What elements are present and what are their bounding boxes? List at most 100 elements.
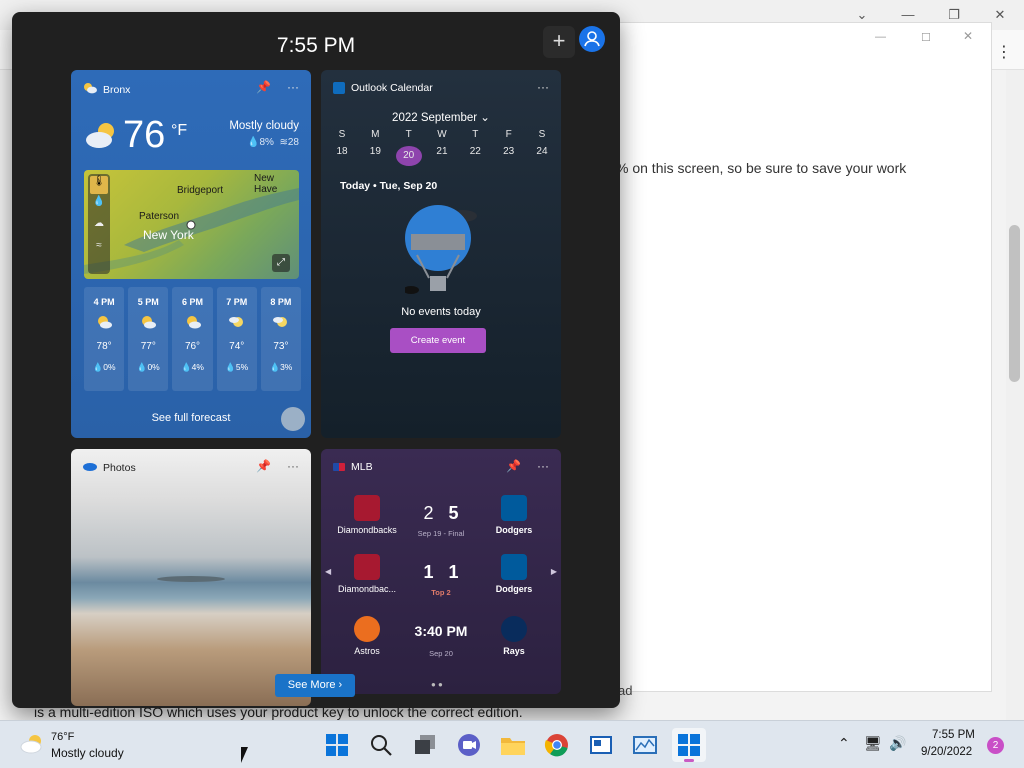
chevron-up-icon[interactable]: ⌃ — [838, 735, 850, 752]
game-status: Top 2 — [431, 588, 451, 597]
monitor-app-button[interactable] — [628, 728, 662, 762]
search-button[interactable] — [364, 728, 398, 762]
beach-photo — [157, 576, 225, 582]
calendar-header: Outlook Calendar — [333, 82, 433, 94]
hour-temp: 77° — [140, 341, 156, 352]
dialog-maximize-icon[interactable]: ☐ — [921, 31, 931, 44]
game-score: 1 1 — [411, 562, 471, 583]
date-cell[interactable]: 24 — [529, 146, 555, 166]
scrollbar-thumb[interactable] — [1009, 225, 1020, 382]
game-status: Sep 20 — [429, 649, 453, 658]
date-cell[interactable]: 18 — [329, 146, 355, 166]
create-event-button[interactable]: Create event — [390, 328, 486, 353]
taskbar-clock-time[interactable]: 7:55 PM — [932, 729, 975, 741]
previous-arrow-icon[interactable]: ◀ — [325, 567, 331, 576]
see-full-forecast-link[interactable]: See full forecast — [71, 412, 311, 424]
photos-widget[interactable]: Photos 📌 ··· — [71, 449, 311, 706]
more-options-icon[interactable]: ⋮ — [996, 42, 1012, 62]
cloud-icon[interactable]: ☁ — [88, 218, 110, 240]
hour-temp: 73° — [273, 341, 289, 352]
team-name: Astros — [354, 646, 380, 656]
start-button[interactable] — [320, 728, 354, 762]
more-icon[interactable]: ··· — [537, 80, 549, 94]
calendar-month-selector[interactable]: 2022 September ⌄ — [321, 110, 561, 124]
account-avatar-button[interactable] — [579, 26, 605, 52]
task-view-button[interactable] — [408, 728, 442, 762]
chrome-button[interactable] — [540, 728, 574, 762]
away-team: Astros — [331, 616, 403, 656]
map-label: Paterson — [139, 211, 180, 222]
hour-precip-value: 0% — [103, 362, 116, 372]
weather-map[interactable]: 🌡 💧 ☁ ≈ Bridgeport New Have Paterson New… — [84, 170, 299, 279]
pin-icon[interactable]: 📌 — [256, 80, 271, 94]
thermometer-icon[interactable]: 🌡 — [90, 176, 108, 194]
chrome-icon — [544, 734, 568, 757]
widgets-board: 7:55 PM + Bronx 📌 ··· 76 °F Mostly cloud… — [12, 12, 620, 708]
volume-icon[interactable]: 🔊 — [889, 735, 906, 752]
date-cell-selected[interactable]: 20 — [395, 146, 422, 166]
network-icon[interactable]: 🖥 — [864, 735, 882, 752]
rays-logo-icon — [501, 616, 527, 642]
away-team: Diamondbacks — [331, 495, 403, 535]
taskbar-clock-date[interactable]: 9/20/2022 — [921, 746, 972, 758]
file-explorer-button[interactable] — [496, 728, 530, 762]
board-time: 7:55 PM — [276, 34, 356, 57]
away-score: 1 — [423, 562, 434, 582]
today-label: Today • Tue, Sep 20 — [340, 180, 438, 192]
partly-cloudy-night-icon — [261, 315, 301, 333]
weather-details: 💧8% ≋28 — [247, 137, 299, 148]
weekday-label: T — [472, 129, 479, 140]
game-row[interactable]: Astros 3:40 PM Sep 20 Rays — [321, 616, 561, 670]
pin-icon[interactable]: 📌 — [506, 459, 521, 473]
date-cell[interactable]: 22 — [462, 146, 488, 166]
chevron-down-icon: ⌄ — [480, 112, 490, 124]
calendar-title: Outlook Calendar — [351, 82, 433, 94]
taskbar-weather-temp[interactable]: 76°F — [51, 731, 74, 743]
page-dots: ● ● — [431, 680, 443, 689]
date-cell[interactable]: 21 — [429, 146, 455, 166]
wind-icon[interactable]: ≈ — [88, 240, 110, 262]
taskbar-weather-condition[interactable]: Mostly cloudy — [51, 746, 124, 760]
hour-item: 6 PM 76° 💧4% — [172, 287, 213, 391]
date-cell[interactable]: 23 — [496, 146, 522, 166]
date-cell[interactable]: 19 — [362, 146, 388, 166]
expand-icon[interactable]: ⤢ — [272, 254, 290, 272]
hour-time: 8 PM — [270, 297, 292, 307]
hour-precip-value: 0% — [147, 362, 160, 372]
active-indicator — [684, 759, 694, 762]
precipitation-icon[interactable]: 💧 — [88, 196, 110, 218]
weekday-label: M — [371, 129, 380, 140]
humidity-value: 28 — [287, 137, 299, 148]
weather-widget[interactable]: Bronx 📌 ··· 76 °F Mostly cloudy 💧8% ≋28 … — [71, 70, 311, 438]
weather-small-icon — [83, 82, 97, 97]
hour-temp: 76° — [184, 341, 201, 352]
hour-precip-value: 3% — [280, 362, 293, 372]
forecast-avatar-icon — [281, 407, 305, 431]
chat-button[interactable] — [452, 728, 486, 762]
mlb-widget[interactable]: MLB 📌 ··· Diamondbacks 2 5 Sep 19 - Fina… — [321, 449, 561, 694]
more-icon[interactable]: ··· — [287, 80, 299, 94]
widgets-icon — [678, 734, 700, 756]
scrollbar[interactable] — [1006, 70, 1024, 720]
widgets-button[interactable] — [672, 728, 706, 762]
news-app-button[interactable] — [584, 728, 618, 762]
selected-date: 20 — [395, 146, 422, 166]
hour-time: 5 PM — [137, 297, 159, 307]
outlook-calendar-widget[interactable]: Outlook Calendar ··· 2022 September ⌄ S … — [321, 70, 561, 438]
dialog-minimize-icon[interactable]: — — [875, 31, 886, 43]
game-row[interactable]: Diamondbac... 1 1 Top 2 Dodgers — [321, 554, 561, 608]
game-row[interactable]: Diamondbacks 2 5 Sep 19 - Final Dodgers — [321, 495, 561, 549]
notification-badge[interactable]: 2 — [987, 737, 1004, 754]
background-fragment-text: ad — [618, 683, 633, 698]
add-widget-button[interactable]: + — [543, 26, 575, 58]
weekday-label: S — [338, 129, 346, 140]
see-more-button[interactable]: See More › — [275, 674, 355, 697]
team-name: Diamondbacks — [337, 525, 397, 535]
next-arrow-icon[interactable]: ▶ — [551, 567, 557, 576]
dialog-close-icon[interactable]: ✕ — [963, 29, 973, 43]
background-notice-text: % on this screen, so be sure to save you… — [616, 160, 907, 176]
partly-cloudy-icon[interactable] — [20, 733, 46, 760]
hour-precip: 💧0% — [92, 362, 116, 372]
more-icon[interactable]: ··· — [537, 459, 549, 473]
person-icon — [584, 31, 600, 47]
